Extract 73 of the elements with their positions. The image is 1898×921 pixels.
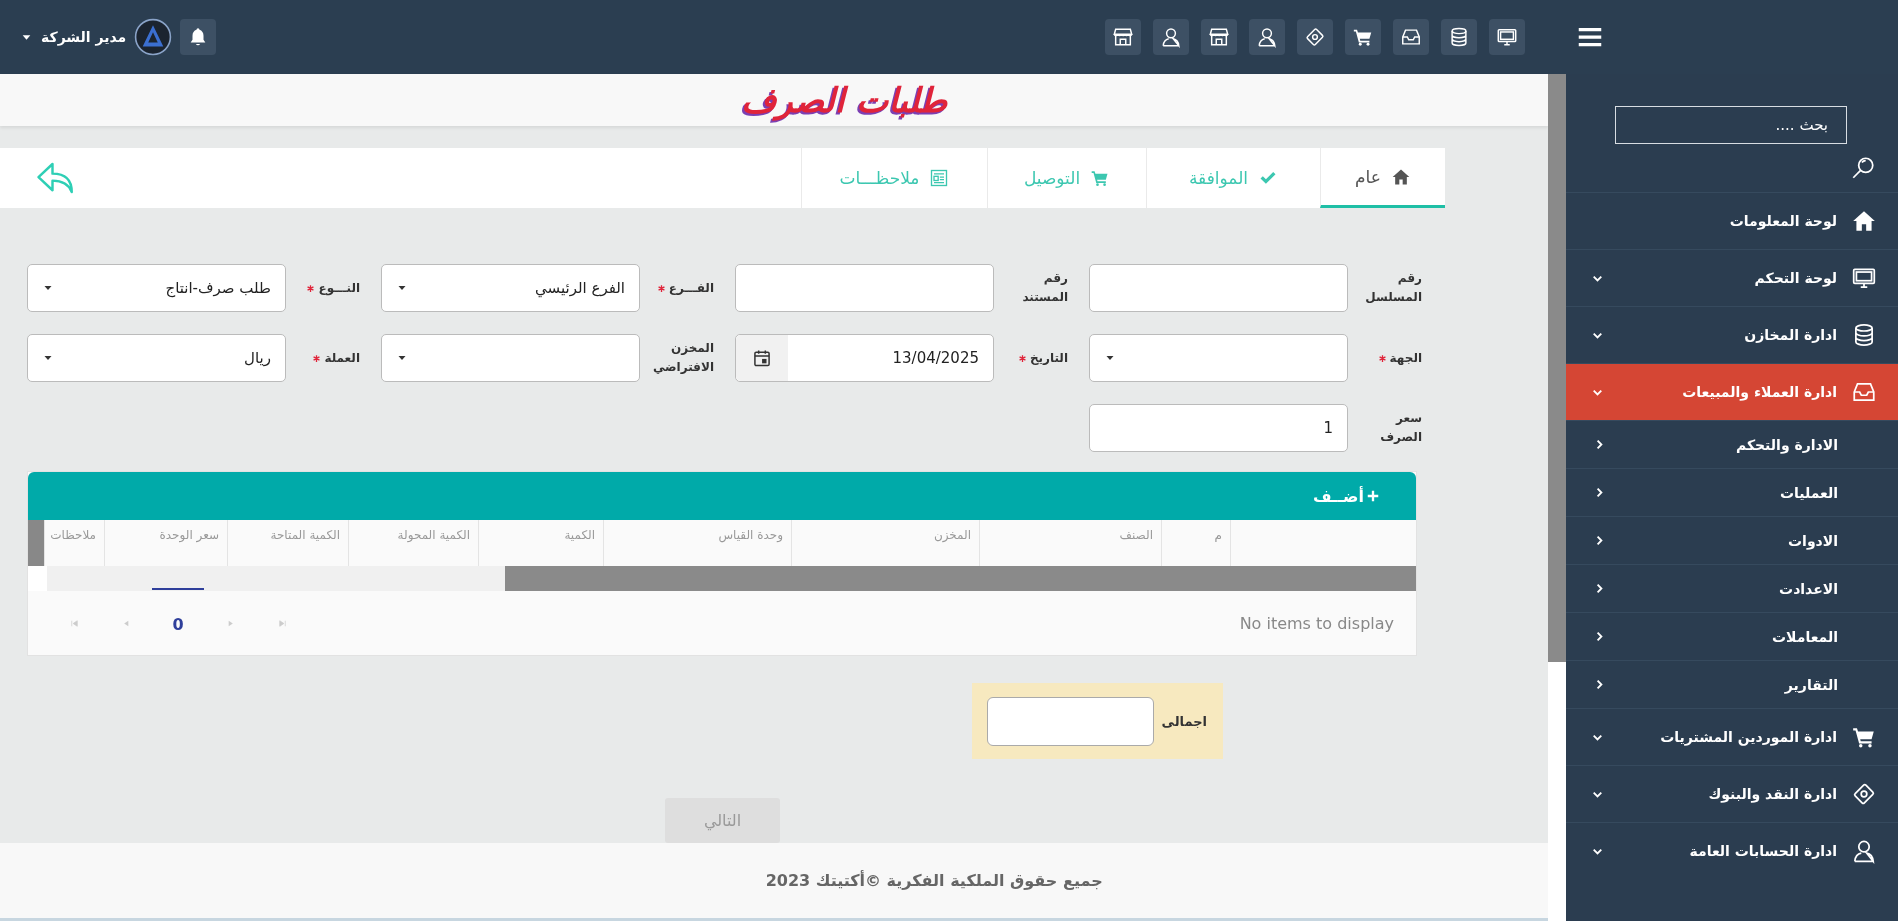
sidebar-subitem[interactable]: الادوات bbox=[1566, 516, 1898, 564]
sidebar-subitem[interactable]: الاعدادت bbox=[1566, 564, 1898, 612]
copyright-text: جميع حقوق الملكية الفكرية ©أكتيتك 2023 bbox=[765, 870, 1103, 890]
sidebar-subitem[interactable]: التقارير bbox=[1566, 660, 1898, 708]
document-icon bbox=[929, 168, 950, 189]
sidebar-item[interactable]: ادارة الموردين المشتريات bbox=[1566, 708, 1898, 765]
user-icon bbox=[1160, 26, 1182, 48]
avatar-icon bbox=[134, 18, 173, 56]
sidebar-item[interactable]: ادارة النقد والبنوك bbox=[1566, 765, 1898, 822]
toolbar-button[interactable] bbox=[1393, 19, 1429, 55]
input-field[interactable] bbox=[735, 264, 994, 313]
field-label: سعر الصرف bbox=[1379, 410, 1422, 447]
inbox-icon bbox=[1400, 26, 1422, 48]
sidebar-item[interactable]: ادارة الحسابات العامة bbox=[1566, 822, 1898, 879]
field-label: رقم المسلسل bbox=[1364, 270, 1422, 307]
calendar-icon bbox=[752, 348, 772, 369]
toolbar-button[interactable] bbox=[1297, 19, 1333, 55]
select-field[interactable]: طلب صرف-انتاج bbox=[27, 264, 286, 313]
toolbar-button[interactable] bbox=[1105, 19, 1141, 55]
select-field[interactable]: الفرع الرئيسي bbox=[381, 264, 640, 313]
sidebar-item[interactable]: لوحة التحكم bbox=[1566, 249, 1898, 306]
total-field[interactable] bbox=[987, 696, 1154, 746]
sidebar-subitem[interactable]: العمليات bbox=[1566, 468, 1898, 516]
first-page-icon bbox=[68, 617, 80, 629]
toolbar-button[interactable] bbox=[1249, 19, 1285, 55]
search-field[interactable]: بحث .... bbox=[1615, 106, 1847, 144]
user-menu[interactable]: مدير الشركة bbox=[20, 29, 127, 45]
sidebar-subitem[interactable]: الادارة والتحكم bbox=[1566, 420, 1898, 468]
field-label: النـــوع bbox=[318, 279, 360, 298]
required-icon bbox=[1017, 353, 1027, 363]
total-label: اجمالى bbox=[1161, 713, 1207, 729]
toolbar-button[interactable] bbox=[1201, 19, 1237, 55]
select-field[interactable] bbox=[1089, 334, 1348, 383]
monitor-icon bbox=[1496, 26, 1518, 48]
sidebar-item[interactable]: ادارة العملاء والمبيعات bbox=[1566, 363, 1898, 420]
required-icon bbox=[306, 283, 316, 293]
page-number[interactable]: 0 bbox=[152, 588, 204, 641]
user-icon bbox=[1256, 26, 1278, 48]
field-label: المخزن الافتراضي bbox=[651, 340, 714, 377]
toolbar-button[interactable] bbox=[1345, 19, 1381, 55]
field-label: الجهة bbox=[1389, 349, 1422, 367]
required-icon bbox=[1377, 353, 1387, 363]
select-field[interactable] bbox=[381, 334, 640, 383]
horizontal-scrollbar[interactable] bbox=[47, 566, 1416, 592]
notifications-button[interactable] bbox=[180, 19, 217, 55]
store-icon bbox=[1112, 26, 1134, 48]
tab[interactable]: عام bbox=[1320, 148, 1445, 209]
field-label: التاريخ bbox=[1029, 349, 1068, 367]
empty-message: No items to display bbox=[1239, 613, 1394, 633]
vertical-scrollbar[interactable] bbox=[28, 520, 44, 567]
store-icon bbox=[1208, 26, 1230, 48]
field-label: رقم المستند bbox=[1021, 270, 1068, 307]
sidebar-subitem[interactable]: المعاملات bbox=[1566, 612, 1898, 660]
search-icon bbox=[1850, 155, 1876, 181]
database-icon bbox=[1448, 26, 1470, 48]
page-scrollbar[interactable] bbox=[1548, 74, 1566, 662]
date-field[interactable]: 13/04/2025 bbox=[735, 334, 994, 383]
sidebar-item[interactable]: لوحة المعلومات bbox=[1566, 192, 1898, 249]
required-icon bbox=[656, 283, 666, 293]
last-page-icon bbox=[276, 617, 288, 629]
required-icon bbox=[312, 353, 322, 363]
field-label: العملة bbox=[324, 349, 360, 367]
field-label: الفـــرع bbox=[668, 279, 714, 297]
user-icon bbox=[1851, 838, 1877, 864]
input-field[interactable] bbox=[1089, 264, 1348, 313]
plus-icon bbox=[1366, 489, 1380, 504]
toolbar-button[interactable] bbox=[1441, 19, 1477, 55]
page-title: طلبات الصرف bbox=[741, 80, 948, 121]
monitor-icon bbox=[1851, 265, 1877, 291]
toolbar-button[interactable] bbox=[1153, 19, 1189, 55]
input-field[interactable]: 1 bbox=[1089, 404, 1348, 453]
select-field[interactable]: ريال bbox=[27, 334, 286, 383]
toolbar-button[interactable] bbox=[1489, 19, 1525, 55]
